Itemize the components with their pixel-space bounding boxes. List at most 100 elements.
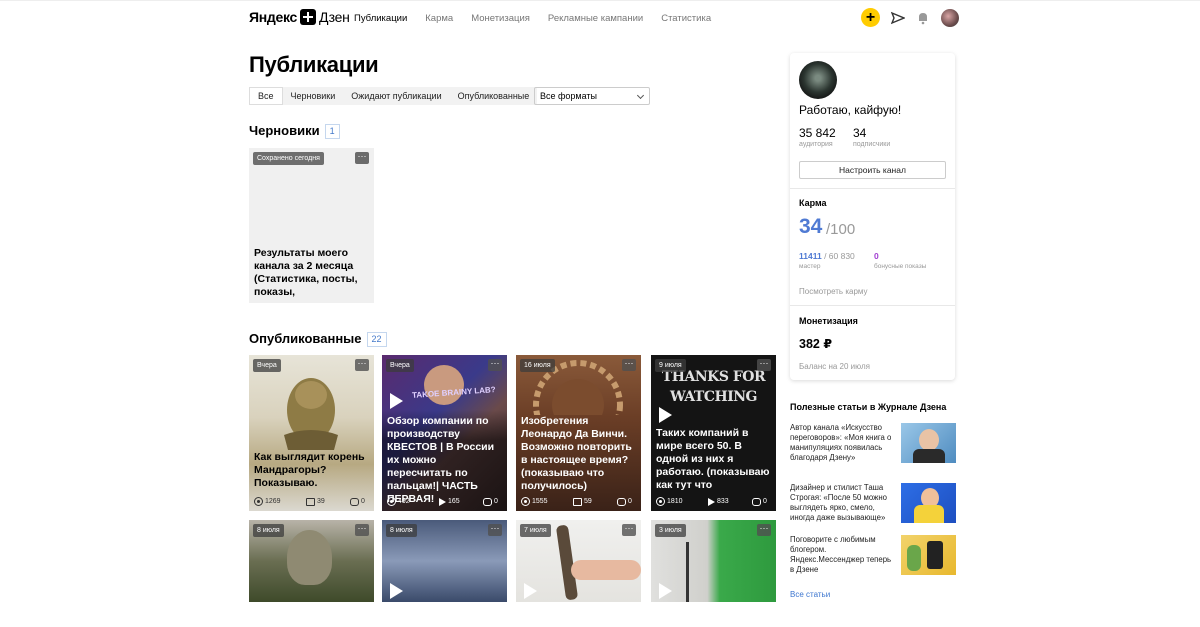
channel-settings-button[interactable]: Настроить канал	[799, 161, 946, 179]
book-icon	[306, 497, 315, 506]
channel-panel: Работаю, кайфую! 35 842 аудитория 34 под…	[790, 53, 955, 380]
book-icon	[573, 497, 582, 506]
divider	[790, 305, 955, 306]
comments-stat: 0	[350, 497, 365, 506]
plays-stat: 833	[708, 497, 752, 506]
main-nav: Публикации Карма Монетизация Рекламные к…	[354, 13, 729, 24]
karma-max: /100	[826, 221, 856, 238]
figurine-image	[287, 530, 332, 585]
card-title: Как выглядит корень Мандрагоры? Показыва…	[254, 451, 365, 489]
publication-card[interactable]: 8 июля ···	[382, 520, 507, 602]
nav-publications[interactable]: Публикации	[354, 13, 407, 24]
date-chip: Вчера	[253, 359, 281, 372]
more-options-button[interactable]: ···	[355, 152, 369, 164]
publication-card[interactable]: THANKS FOR WATCHING 9 июля ··· Таких ком…	[651, 355, 776, 511]
play-icon	[390, 583, 403, 599]
chevron-down-icon	[636, 91, 645, 100]
article-thumbnail	[901, 423, 956, 463]
tab-all[interactable]: Все	[249, 87, 283, 105]
views-stat: 1810	[656, 497, 708, 506]
format-select[interactable]: Все форматы	[534, 87, 650, 105]
plays-stat: 165	[439, 497, 483, 506]
balance-note: Баланс на 20 июля	[799, 362, 870, 371]
yandex-zen-logo[interactable]: Яндекс Дзен	[249, 9, 350, 25]
format-select-value: Все форматы	[540, 91, 598, 101]
all-articles-link[interactable]: Все статьи	[790, 590, 830, 599]
comment-icon	[617, 497, 626, 506]
nav-ad-campaigns[interactable]: Рекламные кампании	[548, 13, 643, 24]
views-stat: 1555	[521, 497, 573, 506]
hand-image	[571, 560, 641, 580]
published-count-badge: 22	[366, 332, 387, 347]
publication-card[interactable]: 8 июля ···	[249, 520, 374, 602]
publication-card[interactable]: 3 июля ···	[651, 520, 776, 602]
subscribers-value: 34	[853, 126, 867, 140]
nav-karma[interactable]: Карма	[425, 13, 453, 24]
publication-card[interactable]: 7 июля ···	[516, 520, 641, 602]
drafts-section-title: Черновики 1	[249, 123, 340, 139]
nav-statistics[interactable]: Статистика	[661, 13, 711, 24]
draft-title: Результаты моего канала за 2 месяца (Ста…	[254, 247, 358, 298]
play-icon	[390, 393, 403, 409]
more-options-button[interactable]: ···	[488, 359, 502, 371]
channel-name: Работаю, кайфую!	[799, 103, 902, 117]
mastery-label: мастер	[799, 263, 821, 270]
presenter-image	[424, 365, 464, 405]
header: Яндекс Дзен Публикации Карма Монетизация…	[249, 8, 959, 30]
useful-article-text: Дизайнер и стилист Таша Строгая: «После …	[790, 483, 887, 522]
views-stat: 492	[387, 497, 439, 506]
publication-card[interactable]: Вчера ··· Как выглядит корень Мандрагоры…	[249, 355, 374, 511]
send-icon[interactable]	[891, 11, 905, 25]
audience-label: аудитория	[799, 141, 833, 148]
useful-article[interactable]: Поговорите с любимым блогером. Яндекс.Ме…	[790, 535, 956, 577]
more-options-button[interactable]: ···	[355, 359, 369, 371]
more-options-button[interactable]: ···	[355, 524, 369, 536]
more-options-button[interactable]: ···	[622, 524, 636, 536]
card-title: Таких компаний в мире всего 50. В одной …	[656, 427, 770, 491]
publication-card[interactable]: TAKOE BRAINY LAB? Вчера ··· Обзор компан…	[382, 355, 507, 511]
useful-article[interactable]: Автор канала «Искусство переговоров»: «М…	[790, 423, 956, 465]
article-thumbnail	[901, 483, 956, 523]
more-options-button[interactable]: ···	[757, 359, 771, 371]
more-options-button[interactable]: ···	[757, 524, 771, 536]
published-section-title: Опубликованные 22	[249, 331, 387, 347]
eye-icon	[254, 497, 263, 506]
comments-stat: 0	[752, 497, 767, 506]
mastery-value: 11411 / 60 830	[799, 251, 855, 261]
date-chip: 16 июля	[520, 359, 555, 372]
top-divider	[0, 0, 1200, 1]
bonus-label: бонусные показы	[874, 263, 927, 270]
drafts-count-badge: 1	[324, 124, 340, 139]
date-chip: 8 июля	[253, 524, 284, 537]
logo-product: Дзен	[319, 9, 350, 25]
comments-stat: 0	[617, 497, 632, 506]
bell-icon[interactable]	[916, 11, 930, 25]
useful-article[interactable]: Дизайнер и стилист Таша Строгая: «После …	[790, 483, 956, 525]
create-plus-button[interactable]: +	[861, 8, 880, 27]
date-chip: 9 июля	[655, 359, 686, 372]
user-avatar[interactable]	[941, 8, 959, 27]
card-title: Обзор компании по производству КВЕСТОВ |…	[387, 415, 495, 505]
nav-monetization[interactable]: Монетизация	[471, 13, 530, 24]
channel-avatar[interactable]	[799, 61, 837, 99]
card-stats: 492 165 0	[387, 497, 502, 506]
tab-pending[interactable]: Ожидают публикации	[343, 87, 449, 105]
overlay-text: THANKS FOR WATCHING	[661, 369, 766, 405]
draft-card[interactable]: Сохранено сегодня ··· Результаты моего к…	[249, 148, 374, 303]
comment-icon	[752, 497, 761, 506]
page-title: Публикации	[249, 52, 379, 77]
tab-published[interactable]: Опубликованные	[450, 87, 538, 105]
tab-drafts[interactable]: Черновики	[283, 87, 344, 105]
view-karma-link[interactable]: Посмотреть карму	[799, 287, 868, 296]
eye-icon	[387, 497, 396, 506]
more-options-button[interactable]: ···	[488, 524, 502, 536]
useful-article-text: Поговорите с любимым блогером. Яндекс.Ме…	[790, 535, 892, 574]
audience-value: 35 842	[799, 126, 836, 140]
date-chip: 3 июля	[655, 524, 686, 537]
monetization-amount: 382 ₽	[799, 337, 833, 351]
publication-card[interactable]: 16 июля ··· Изобретения Леонардо Да Винч…	[516, 355, 641, 511]
date-chip: 8 июля	[386, 524, 417, 537]
mandrake-root-image	[284, 378, 338, 450]
karma-title: Карма	[799, 198, 827, 208]
more-options-button[interactable]: ···	[622, 359, 636, 371]
